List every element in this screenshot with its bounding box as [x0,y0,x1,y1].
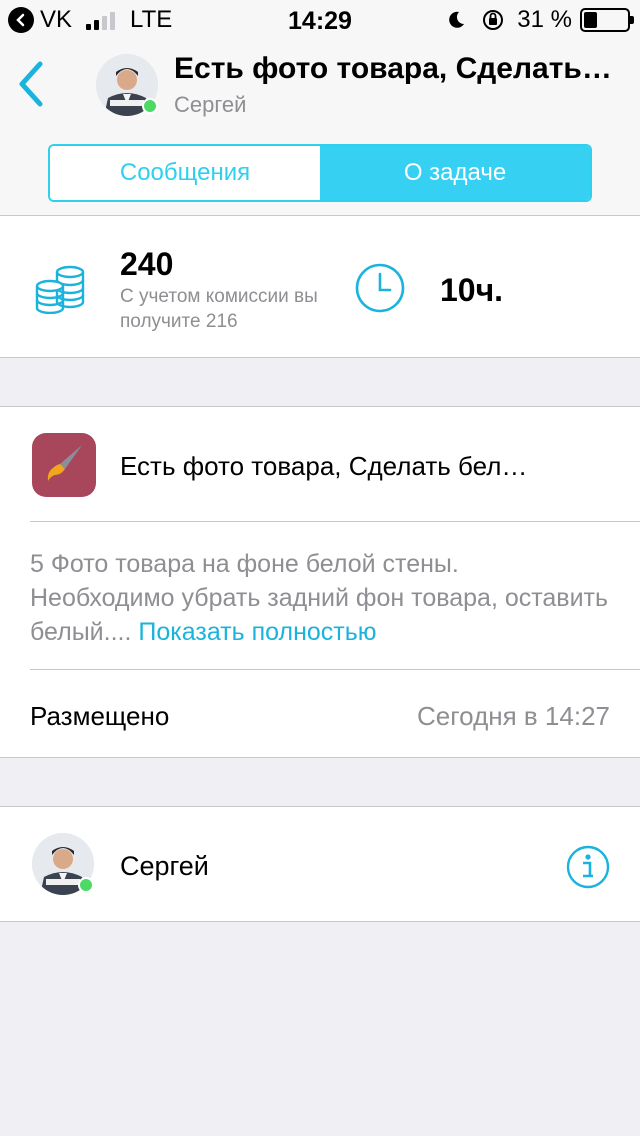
clock-icon [355,263,405,313]
paintbrush-icon [32,433,96,497]
placed-value: Сегодня в 14:27 [417,701,610,731]
task-name: Есть фото товара, Сделать бел… [120,451,528,481]
author-name: Сергей [120,851,209,881]
task-duration: 10ч. [440,272,504,308]
battery-icon [580,8,634,32]
task-details: Есть фото товара, Сделать бел… 5 Фото то… [0,406,640,758]
author-avatar[interactable] [96,54,158,116]
divider [30,521,640,522]
placed-label: Размещено [30,701,170,731]
nav-header: Есть фото товара, Сделать… Сергей Сообще… [0,40,640,216]
status-bar: VK LTE 14:29 31 % [0,0,640,40]
back-button[interactable] [12,58,52,110]
orientation-lock-icon [483,10,504,30]
info-icon[interactable] [566,845,610,889]
divider [30,669,640,670]
author-row[interactable]: Сергей [0,806,640,922]
author-name[interactable]: Сергей [174,92,246,118]
chevron-left-icon [19,61,43,107]
online-indicator [142,98,158,114]
author-avatar[interactable] [32,833,94,895]
battery-percent: 31 % [517,6,572,33]
segmented-control: Сообщения О задаче [48,144,592,202]
task-price: 240 [120,246,174,282]
task-description: 5 Фото товара на фоне белой стены. Необх… [30,547,610,649]
page-title: Есть фото товара, Сделать… [174,52,612,85]
show-more-link[interactable]: Показать полностью [138,618,376,646]
tab-about-task[interactable]: О задаче [320,146,590,200]
tab-messages[interactable]: Сообщения [50,146,320,200]
moon-icon [449,11,465,28]
coins-icon [35,265,85,314]
task-stats: 240 С учетом комиссии вы получите 216 10… [0,216,640,358]
commission-note: С учетом комиссии вы получите 216 [120,286,318,332]
online-indicator [78,877,94,893]
